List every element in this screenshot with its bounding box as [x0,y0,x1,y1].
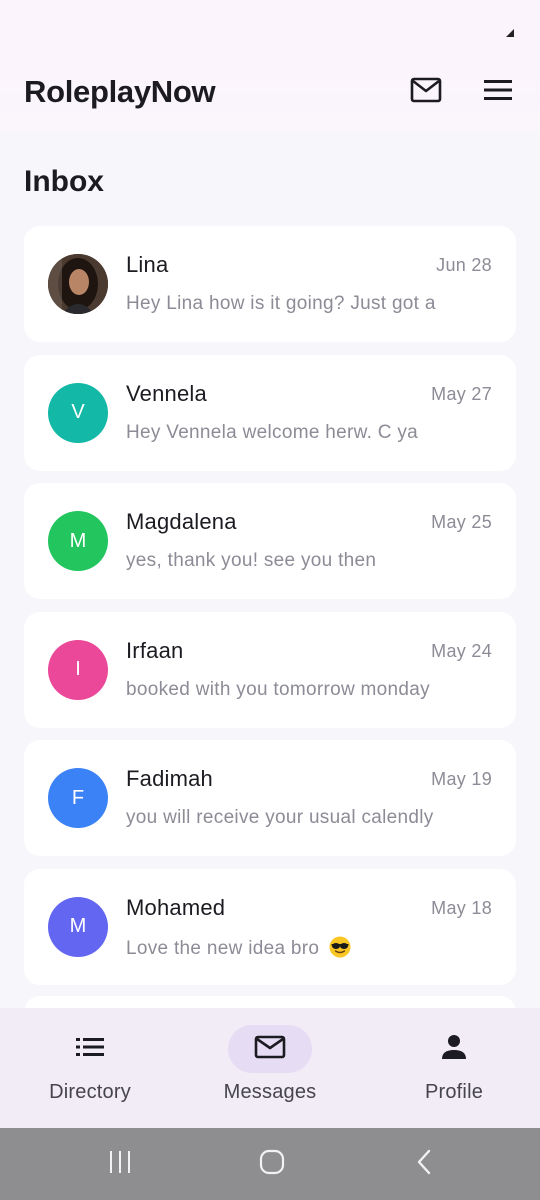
conversation-date: May 19 [431,769,492,790]
nav-profile-indicator [412,1025,496,1073]
nav-directory[interactable]: Directory [0,1008,180,1128]
conversation-name: Magdalena [126,509,237,535]
mail-icon [410,77,442,108]
nav-directory-label: Directory [49,1081,131,1103]
conversation-name: Lina [126,252,169,277]
conversation-date: Jun 28 [436,255,492,275]
app-header: RoleplayNow [0,60,540,132]
conversation-list: Lina Jun 28 Hey Lina how is it going? Ju… [24,226,516,998]
conversation-item-fadimah[interactable]: F Fadimah May 19 you will receive your u… [24,740,516,857]
menu-button[interactable] [478,74,518,110]
nav-messages-label: Messages [223,1081,317,1103]
nav-directory-indicator [48,1025,132,1073]
recents-button[interactable] [90,1144,150,1184]
page-title: Inbox [24,165,104,198]
conversation-item-lina[interactable]: Lina Jun 28 Hey Lina how is it going? Ju… [24,226,516,342]
nav-profile-label: Profile [424,1081,484,1103]
avatar-initial: M [69,915,87,938]
mail-icon [254,1035,286,1064]
avatar-initial: V [71,401,85,424]
home-button[interactable] [242,1144,302,1184]
app-title: RoleplayNow [24,74,216,109]
conversation-date: May 25 [431,512,492,533]
recents-icon [108,1150,132,1179]
avatar: F [48,768,108,829]
conversation-preview: Love the new idea bro [126,936,496,960]
back-button[interactable] [394,1144,454,1184]
avatar: M [48,896,108,957]
conversation-preview: you will receive your usual calendly [126,807,434,829]
profile-photo-icon [48,254,108,314]
conversation-date: May 27 [431,383,492,404]
list-icon [76,1037,104,1062]
conversation-name: Vennela [126,380,207,406]
conversation-name: Mohamed [126,894,226,920]
conversation-preview: Hey Vennela welcome herw. C ya [126,421,419,443]
signal-icon [506,26,514,40]
conversation-item-mohamed[interactable]: M Mohamed May 18 Love the new idea bro [24,868,516,985]
back-icon [416,1149,432,1180]
avatar-initial: F [71,786,85,809]
avatar: V [48,382,108,443]
avatar-initial: M [69,529,87,552]
inbox-mail-button[interactable] [406,74,446,110]
sunglasses-emoji-icon [329,936,351,958]
conversation-item-vennela[interactable]: V Vennela May 27 Hey Vennela welcome her… [24,354,516,471]
avatar: M [48,511,108,572]
avatar: I [48,639,108,700]
conversation-date: May 24 [431,640,492,661]
avatar [48,254,108,314]
conversation-name: Irfaan [126,637,184,663]
nav-messages-indicator [228,1025,312,1073]
person-icon [441,1034,467,1065]
conversation-date: May 18 [431,897,492,918]
bottom-navigation: Directory Messages Profile [0,1008,540,1128]
hamburger-menu-icon [484,79,512,106]
status-bar [0,0,540,60]
conversation-item-magdalena[interactable]: M Magdalena May 25 yes, thank you! see y… [24,483,516,600]
conversation-preview: booked with you tomorrow monday [126,678,430,700]
system-navigation-bar [0,1128,540,1200]
nav-profile[interactable]: Profile [364,1008,540,1128]
avatar-initial: I [75,658,81,681]
conversation-item-irfaan[interactable]: I Irfaan May 24 booked with you tomorrow… [24,611,516,728]
home-icon [259,1149,285,1180]
nav-messages[interactable]: Messages [180,1008,360,1128]
conversation-preview: yes, thank you! see you then [126,550,377,572]
conversation-preview: Hey Lina how is it going? Just got a [126,293,436,314]
conversation-name: Fadimah [126,766,213,792]
conversation-preview-text: Love the new idea bro [126,937,320,959]
